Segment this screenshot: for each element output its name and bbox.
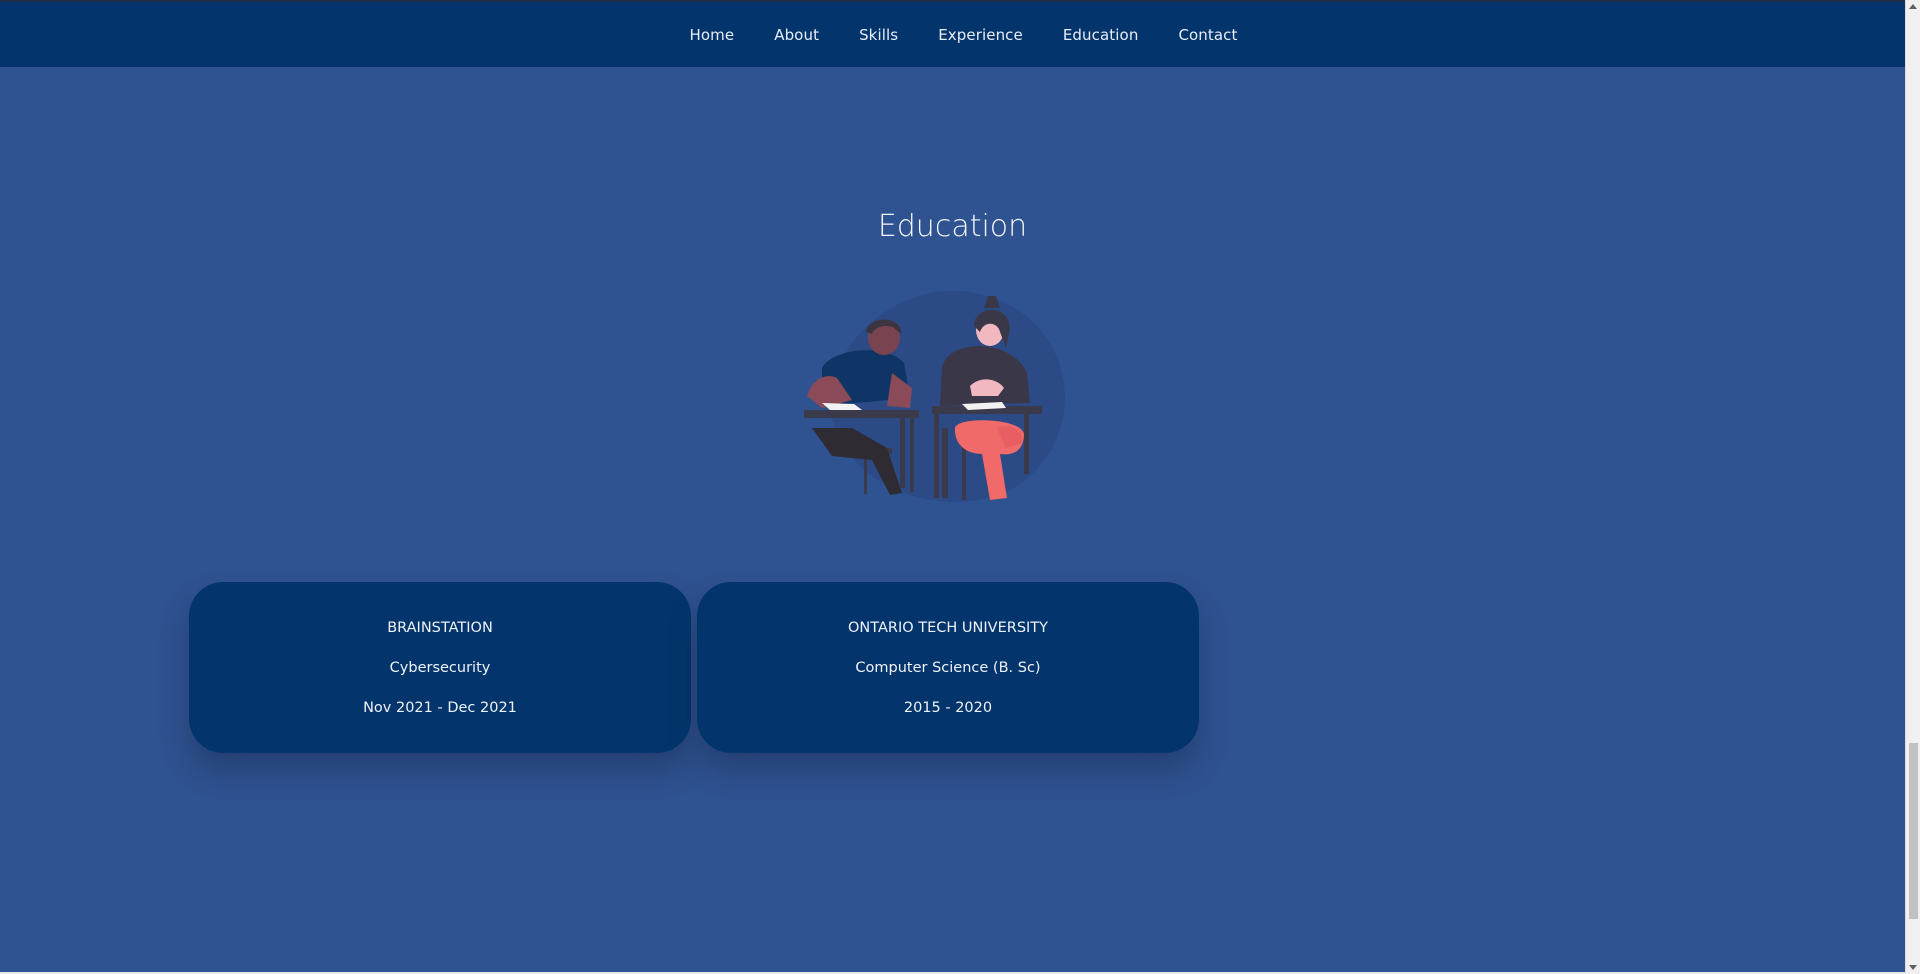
- nav-links: Home About Skills Experience Education C…: [0, 2, 1905, 67]
- nav-link-skills[interactable]: Skills: [859, 26, 898, 44]
- education-dates: 2015 - 2020: [903, 700, 993, 716]
- nav-link-contact[interactable]: Contact: [1178, 26, 1237, 44]
- nav-link-experience[interactable]: Experience: [938, 26, 1023, 44]
- institution-name: BRAINSTATION: [387, 620, 493, 636]
- scroll-down-arrow-icon[interactable]: [1909, 965, 1917, 970]
- nav-link-home[interactable]: Home: [690, 26, 735, 44]
- program-name: Cybersecurity: [389, 660, 491, 676]
- nav-link-about[interactable]: About: [774, 26, 819, 44]
- institution-name: ONTARIO TECH UNIVERSITY: [847, 620, 1049, 636]
- section-title: Education: [877, 208, 1028, 244]
- education-card-ontario-tech: ONTARIO TECH UNIVERSITY Computer Science…: [697, 582, 1199, 753]
- students-studying-illustration: [792, 278, 1082, 508]
- vertical-scrollbar[interactable]: [1905, 0, 1920, 974]
- program-name: Computer Science (B. Sc): [855, 660, 1041, 676]
- navbar: Home About Skills Experience Education C…: [0, 2, 1905, 67]
- nav-link-education[interactable]: Education: [1063, 26, 1139, 44]
- scroll-up-arrow-icon[interactable]: [1909, 4, 1917, 9]
- education-card-brainstation: BRAINSTATION Cybersecurity Nov 2021 - De…: [189, 582, 691, 753]
- scroll-thumb[interactable]: [1909, 743, 1918, 919]
- education-dates: Nov 2021 - Dec 2021: [363, 700, 517, 716]
